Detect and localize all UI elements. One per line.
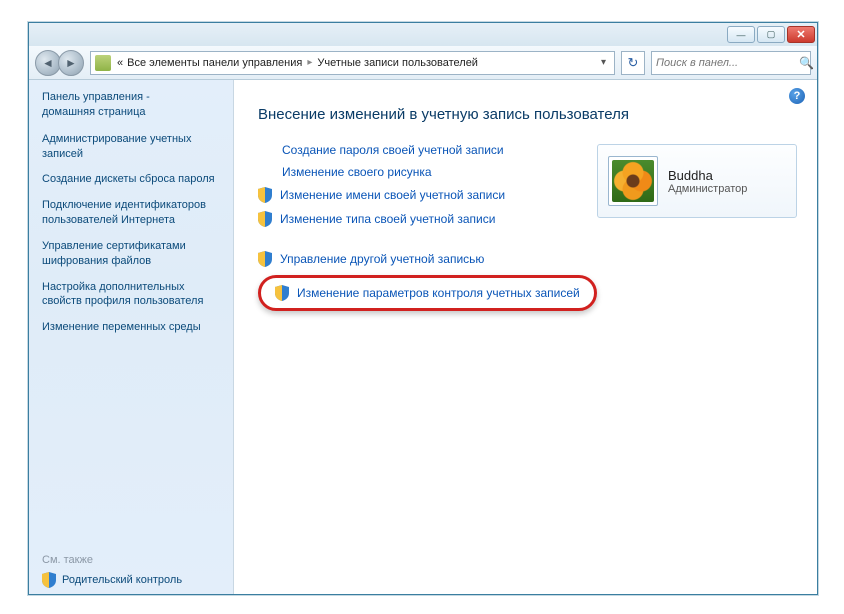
- account-text: Buddha Администратор: [668, 168, 747, 195]
- user-role: Администратор: [668, 183, 747, 195]
- sidebar-link-parental-control[interactable]: Родительский контроль: [42, 572, 223, 588]
- close-button[interactable]: ✕: [787, 26, 815, 43]
- sidebar-link-online-ids[interactable]: Подключение идентификаторов пользователе…: [42, 198, 223, 228]
- content: ? Внесение изменений в учетную запись по…: [234, 80, 817, 594]
- breadcrumb-bar[interactable]: « Все элементы панели управления ▸ Учетн…: [90, 51, 615, 75]
- flower-icon: [612, 160, 654, 202]
- sidebar: Панель управления -домашняя страница Адм…: [29, 80, 234, 594]
- breadcrumb-part-2[interactable]: Учетные записи пользователей: [317, 57, 478, 69]
- shield-icon: [258, 251, 272, 267]
- see-also-label: См. также: [42, 554, 223, 566]
- breadcrumb-sep-icon: ▸: [302, 57, 317, 68]
- breadcrumb-dropdown-icon[interactable]: ▾: [597, 57, 610, 68]
- task-links-bottom: Управление другой учетной записью Измене…: [258, 251, 797, 311]
- sidebar-link-profile-props[interactable]: Настройка дополнительных свойств профиля…: [42, 280, 223, 310]
- sidebar-link-env-vars[interactable]: Изменение переменных среды: [42, 320, 223, 335]
- current-account-box: Buddha Администратор: [597, 144, 797, 218]
- minimize-button[interactable]: —: [727, 26, 755, 43]
- shield-icon: [258, 211, 272, 227]
- control-panel-window: — ▢ ✕ ◄ ► « Все элементы панели управлен…: [28, 22, 818, 595]
- nav-buttons: ◄ ►: [35, 50, 84, 76]
- breadcrumb-prefix: «: [117, 57, 123, 69]
- forward-button[interactable]: ►: [58, 50, 84, 76]
- breadcrumb-part-1[interactable]: Все элементы панели управления: [127, 57, 302, 69]
- link-manage-other-account[interactable]: Управление другой учетной записью: [258, 251, 797, 267]
- link-uac-settings[interactable]: Изменение параметров контроля учетных за…: [258, 275, 597, 311]
- shield-icon: [258, 187, 272, 203]
- sidebar-home-link[interactable]: Панель управления -домашняя страница: [42, 90, 223, 120]
- nav-row: ◄ ► « Все элементы панели управления ▸ У…: [29, 46, 817, 80]
- refresh-button[interactable]: ↻: [621, 51, 645, 75]
- user-accounts-icon: [95, 55, 111, 71]
- titlebar: — ▢ ✕: [29, 23, 817, 46]
- sidebar-footer: См. также Родительский контроль: [42, 554, 223, 588]
- user-picture: [608, 156, 658, 206]
- user-name: Buddha: [668, 168, 747, 183]
- sidebar-link-encryption-certs[interactable]: Управление сертификатами шифрования файл…: [42, 239, 223, 269]
- search-icon: 🔍: [799, 56, 814, 70]
- body: Панель управления -домашняя страница Адм…: [29, 80, 817, 594]
- search-box[interactable]: 🔍: [651, 51, 811, 75]
- shield-icon: [42, 572, 56, 588]
- search-input[interactable]: [656, 57, 799, 69]
- sidebar-link-password-reset-disk[interactable]: Создание дискеты сброса пароля: [42, 172, 223, 187]
- sidebar-link-admin-accounts[interactable]: Администрирование учетных записей: [42, 132, 223, 162]
- help-button[interactable]: ?: [789, 88, 805, 104]
- refresh-icon: ↻: [628, 55, 639, 71]
- parental-control-label: Родительский контроль: [62, 574, 182, 586]
- shield-icon: [275, 285, 289, 301]
- maximize-button[interactable]: ▢: [757, 26, 785, 43]
- page-title: Внесение изменений в учетную запись поль…: [258, 106, 797, 123]
